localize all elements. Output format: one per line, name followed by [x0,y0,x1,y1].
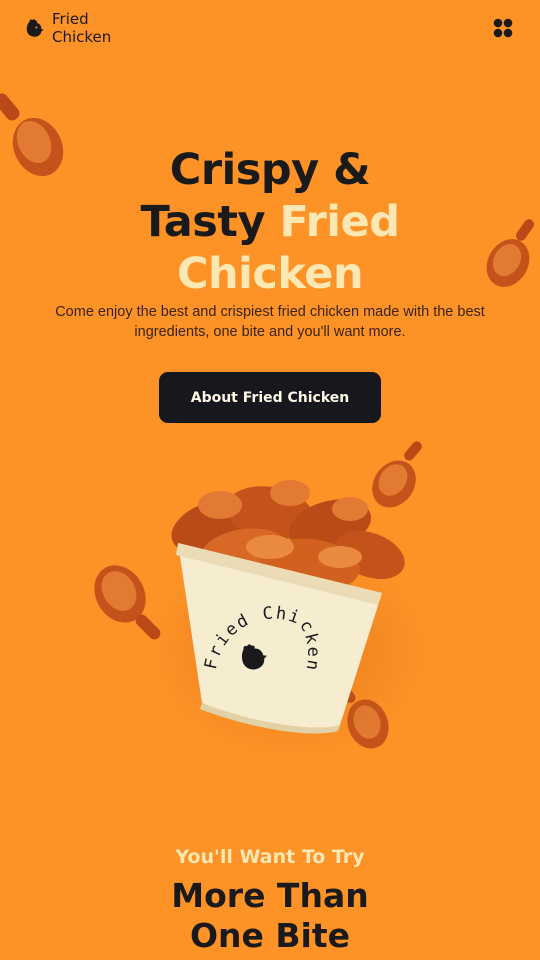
brand-name: Fried Chicken [52,10,111,46]
section-title-line2: One Bite [189,916,351,955]
brand-logo[interactable]: Fried Chicken [24,10,111,46]
brand-name-line1: Fried [52,10,89,28]
about-fried-chicken-button[interactable]: About Fried Chicken [159,372,381,423]
brand-name-line2: Chicken [52,28,112,46]
hero-title: Crispy & Tasty Fried Chicken [0,144,540,300]
section-title: More Than One Bite [0,876,540,956]
landing-page: Fried Chicken Crispy & Tasty Fried Chick… [0,0,540,960]
chicken-head-icon [26,19,44,37]
section-subheading: You'll Want To Try [175,846,365,868]
hero-title-line3: Chicken [176,249,364,299]
hero-title-line2-dark: Tasty [140,197,266,247]
hero-title-line2-highlight: Fried [279,197,400,247]
header: Fried Chicken [0,0,540,64]
hero-title-line1: Crispy & [169,145,371,195]
section-title-line1: More Than [171,876,369,915]
chicken-bucket-image: Fried Chicken [171,480,405,734]
four-dots-menu-icon[interactable] [492,17,514,39]
hero-description: Come enjoy the best and crispiest fried … [55,304,485,340]
